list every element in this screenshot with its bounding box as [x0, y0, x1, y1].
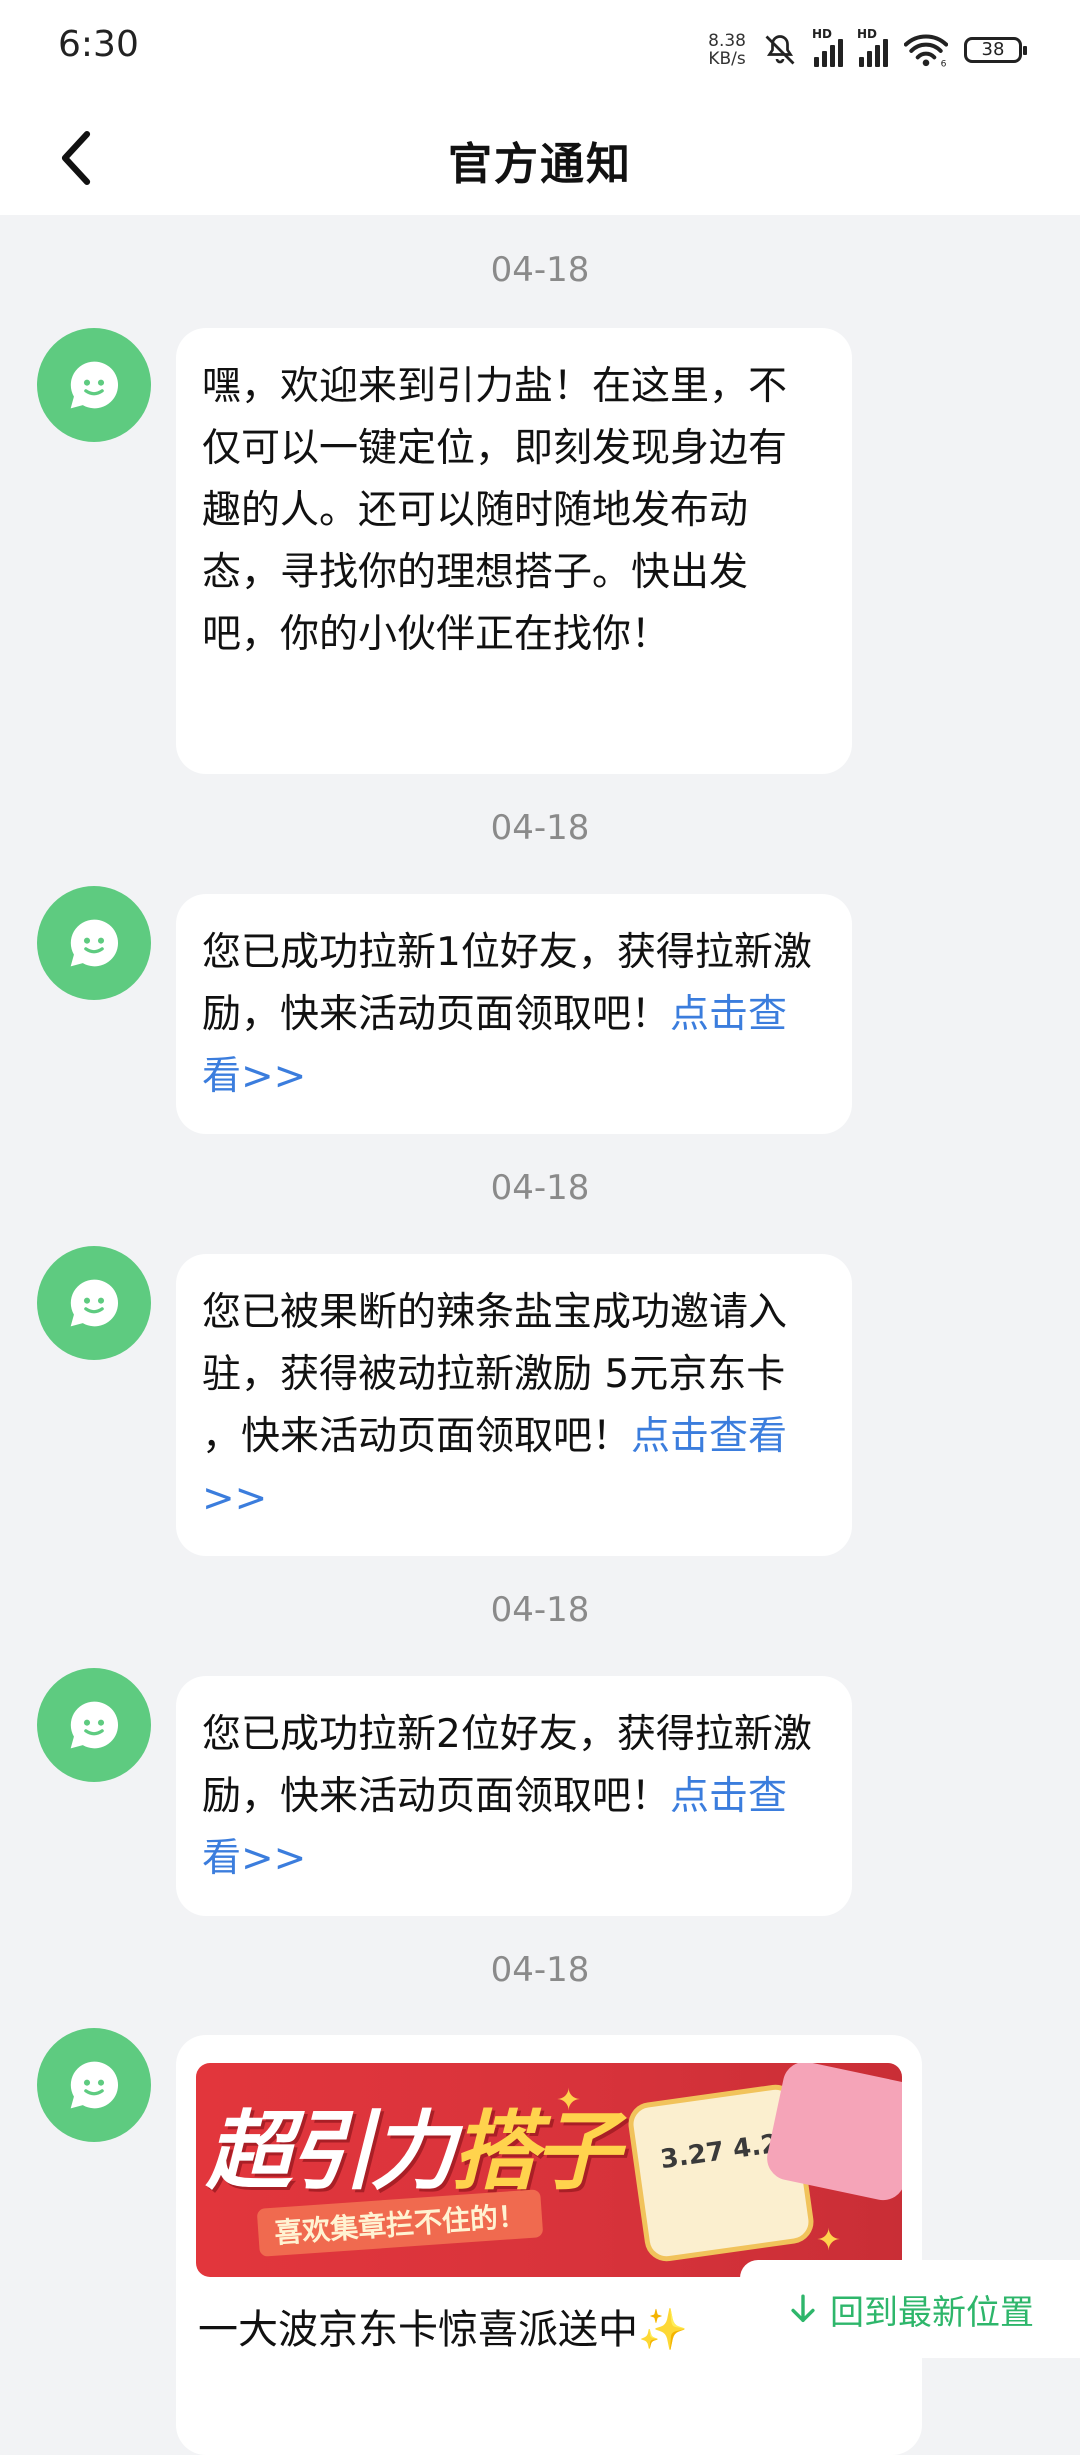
message-date: 04-18: [490, 1950, 590, 1990]
message-bubble[interactable]: 您已成功拉新1位好友，获得拉新激励，快来活动页面领取吧！点击查看>>: [176, 894, 852, 1134]
jump-to-latest-button[interactable]: 回到最新位置: [740, 2260, 1080, 2358]
message-date: 04-18: [490, 808, 590, 848]
star-icon: ✦: [816, 2223, 842, 2258]
avatar[interactable]: [37, 1668, 151, 1782]
wifi-icon: 6: [904, 34, 948, 68]
status-time: 6:30: [58, 24, 139, 65]
status-icons: 8.38 KB/s HD HD 6 38: [708, 26, 1027, 74]
banner-title: 超引力搭子: [206, 2102, 620, 2202]
avatar[interactable]: [37, 2028, 151, 2142]
message-text: 嘿，欢迎来到引力盐！在这里，不仅可以一键定位，即刻发现身边有趣的人。还可以随时随…: [202, 364, 788, 657]
arrow-down-icon: [791, 2294, 815, 2323]
mute-bell-icon: [765, 35, 795, 65]
promo-text: 一大波京东卡惊喜派送中✨: [198, 2307, 688, 2353]
chat-bubble-icon: [70, 1279, 119, 1327]
chat-bubble-icon: [70, 919, 119, 967]
chat-bubble-icon: [70, 1701, 119, 1749]
promo-banner[interactable]: 超引力搭子 喜欢集章拦不住的！ 3.27 4.25 ✦ ✦: [196, 2063, 902, 2277]
avatar[interactable]: [37, 328, 151, 442]
message-bubble[interactable]: 您已被果断的辣条盐宝成功邀请入驻，获得被动拉新激励 5元京东卡 ，快来活动页面领…: [176, 1254, 852, 1556]
wifi-sub-label: 6: [941, 59, 947, 68]
avatar[interactable]: [37, 1246, 151, 1360]
message-date: 04-18: [490, 1590, 590, 1630]
nav-bar: 官方通知: [0, 100, 1080, 215]
page-title: 官方通知: [448, 139, 632, 190]
chat-bubble-icon: [70, 361, 119, 409]
message-bubble[interactable]: 嘿，欢迎来到引力盐！在这里，不仅可以一键定位，即刻发现身边有趣的人。还可以随时随…: [176, 328, 852, 774]
cellular-signal-icon: HD: [812, 27, 843, 67]
cellular-signal-icon: HD: [857, 27, 888, 67]
jump-to-latest-label: 回到最新位置: [830, 2292, 1034, 2333]
message-date: 04-18: [490, 250, 590, 290]
message-bubble[interactable]: 您已成功拉新2位好友，获得拉新激励，快来活动页面领取吧！点击查看>>: [176, 1676, 852, 1916]
star-icon: ✦: [556, 2083, 582, 2118]
status-bar: 6:30 8.38 KB/s HD HD 6 38: [0, 0, 1080, 100]
avatar[interactable]: [37, 886, 151, 1000]
promo-card[interactable]: 超引力搭子 喜欢集章拦不住的！ 3.27 4.25 ✦ ✦ 一大波京东卡惊喜派送…: [176, 2035, 922, 2455]
battery-icon: 38: [964, 37, 1027, 63]
message-date: 04-18: [490, 1168, 590, 1208]
network-speed: 8.38 KB/s: [708, 31, 746, 69]
chat-bubble-icon: [70, 2061, 119, 2109]
